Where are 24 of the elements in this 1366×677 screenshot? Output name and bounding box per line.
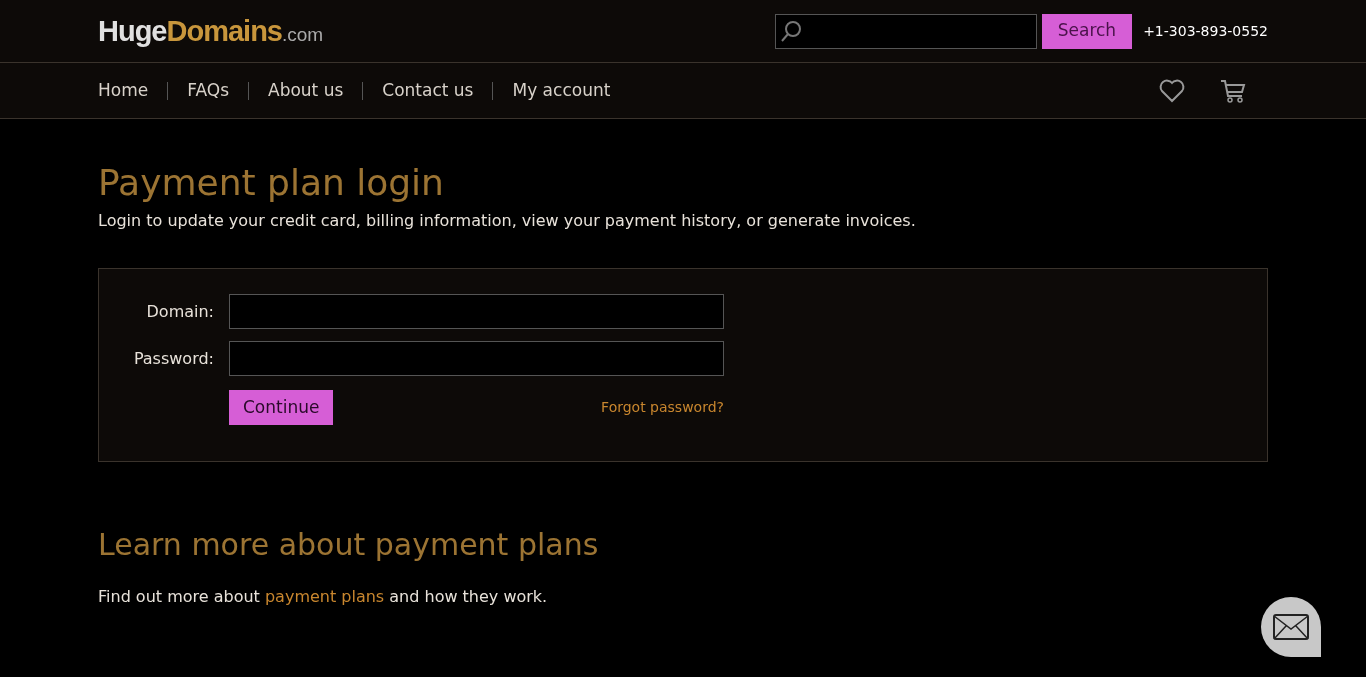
- cart-icon[interactable]: [1220, 78, 1246, 103]
- phone-number: +1-303-893-0552: [1143, 21, 1268, 41]
- message-button[interactable]: [1261, 597, 1321, 657]
- forgot-password-link[interactable]: Forgot password?: [601, 397, 724, 418]
- nav-link[interactable]: Contact us: [382, 77, 474, 104]
- search-field[interactable]: [774, 13, 1037, 49]
- nav-link[interactable]: FAQs: [187, 77, 229, 104]
- continue-button[interactable]: Continue: [229, 390, 334, 425]
- search-button[interactable]: Search: [1041, 13, 1133, 49]
- nav-link[interactable]: Home: [98, 77, 149, 104]
- envelope-icon: [1273, 614, 1309, 640]
- nav-link[interactable]: My account: [512, 77, 611, 104]
- search-icon: [779, 19, 802, 43]
- input-field[interactable]: [229, 341, 724, 376]
- intro-text: Login to update your credit card, billing information, view your payment history, or generate invoices.: [98, 210, 917, 232]
- page-title: Payment plan login: [98, 161, 445, 205]
- input-field[interactable]: [229, 294, 724, 329]
- logo[interactable]: HugeDomains.com: [98, 16, 324, 46]
- payment-plans-link[interactable]: payment plans: [264, 587, 385, 606]
- field-label: Password:: [132, 347, 214, 370]
- nav-link[interactable]: About us: [268, 77, 344, 104]
- field-label: Domain:: [145, 300, 214, 323]
- section-title: Learn more about payment plans: [98, 526, 600, 564]
- heart-icon[interactable]: [1159, 78, 1185, 103]
